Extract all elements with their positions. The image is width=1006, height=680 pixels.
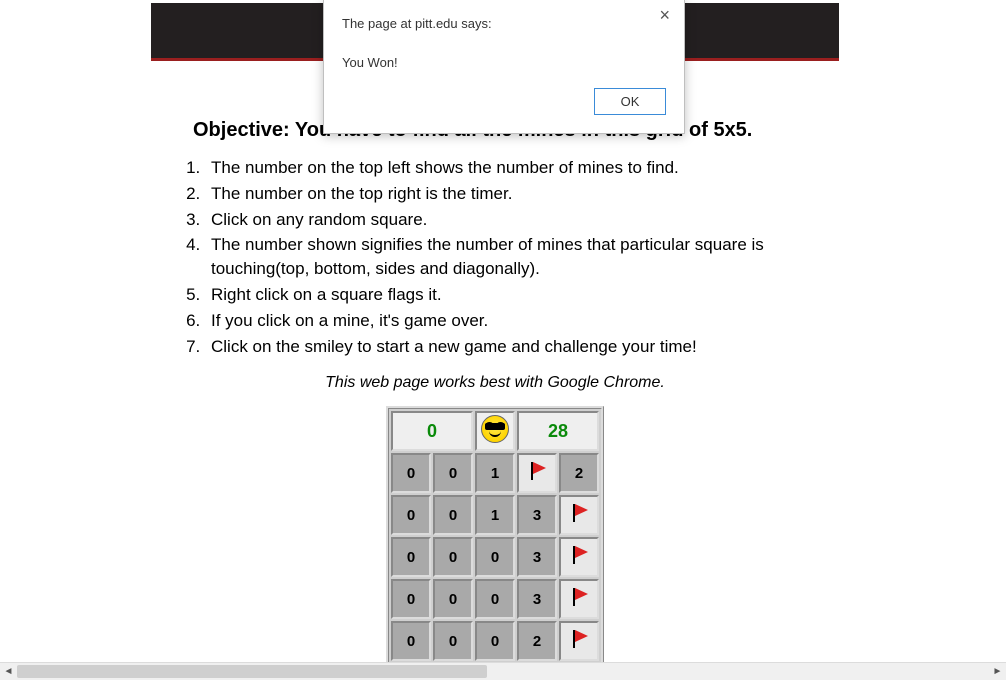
dialog-origin-text: The page at pitt.edu says: — [342, 16, 666, 31]
instruction-item: Click on the smiley to start a new game … — [205, 335, 845, 359]
cell-flag[interactable] — [559, 495, 599, 535]
board-row: 0013 — [391, 495, 599, 535]
cell-number[interactable]: 2 — [517, 621, 557, 661]
cell-number[interactable]: 0 — [391, 579, 431, 619]
flag-icon — [569, 586, 589, 608]
instruction-item: The number shown signifies the number of… — [205, 233, 845, 281]
cell-flag[interactable] — [559, 537, 599, 577]
board-row: 0012 — [391, 453, 599, 493]
cell-number[interactable]: 0 — [475, 537, 515, 577]
cell-number[interactable]: 0 — [475, 579, 515, 619]
cell-number[interactable]: 0 — [391, 621, 431, 661]
smiley-button[interactable] — [475, 411, 515, 451]
cell-flag[interactable] — [559, 621, 599, 661]
instruction-item: Click on any random square. — [205, 208, 845, 232]
cell-number[interactable]: 0 — [433, 579, 473, 619]
cell-number[interactable]: 0 — [433, 621, 473, 661]
cell-number[interactable]: 1 — [475, 453, 515, 493]
close-button[interactable]: × — [653, 4, 676, 26]
cell-number[interactable]: 3 — [517, 537, 557, 577]
flag-icon — [569, 502, 589, 524]
timer-counter: 28 — [517, 411, 599, 451]
smiley-cool-icon — [481, 415, 509, 443]
board-row: 0003 — [391, 537, 599, 577]
main-content: Objective: You have to find all the mine… — [145, 61, 845, 663]
flag-icon — [569, 544, 589, 566]
board-row: 0003 — [391, 579, 599, 619]
cell-number[interactable]: 0 — [433, 537, 473, 577]
scroll-left-arrow-icon[interactable]: ◄ — [0, 663, 17, 680]
board-row: 0002 — [391, 621, 599, 661]
horizontal-scrollbar[interactable]: ◄ ► — [0, 662, 1006, 680]
cell-number[interactable]: 0 — [391, 453, 431, 493]
minesweeper-board: 0 28 00120013000300030002 — [386, 406, 604, 663]
dialog-message: You Won! — [342, 55, 666, 70]
alert-dialog: × The page at pitt.edu says: You Won! OK — [323, 0, 685, 134]
scroll-thumb[interactable] — [17, 665, 487, 678]
cell-number[interactable]: 1 — [475, 495, 515, 535]
ok-button[interactable]: OK — [594, 88, 666, 115]
cell-number[interactable]: 0 — [433, 495, 473, 535]
instruction-item: The number on the top right is the timer… — [205, 182, 845, 206]
cell-flag[interactable] — [517, 453, 557, 493]
scroll-right-arrow-icon[interactable]: ► — [989, 663, 1006, 680]
instruction-item: Right click on a square flags it. — [205, 283, 845, 307]
scroll-track[interactable] — [17, 663, 989, 680]
cell-number[interactable]: 3 — [517, 495, 557, 535]
cell-number[interactable]: 0 — [433, 453, 473, 493]
instructions-list: The number on the top left shows the num… — [179, 156, 845, 358]
instruction-item: If you click on a mine, it's game over. — [205, 309, 845, 333]
board-header-row: 0 28 — [391, 411, 599, 451]
cell-number[interactable]: 0 — [475, 621, 515, 661]
flag-icon — [527, 460, 547, 482]
cell-flag[interactable] — [559, 579, 599, 619]
cell-number[interactable]: 0 — [391, 495, 431, 535]
cell-number[interactable]: 0 — [391, 537, 431, 577]
flag-icon — [569, 628, 589, 650]
browser-note: This web page works best with Google Chr… — [145, 374, 845, 392]
cell-number[interactable]: 3 — [517, 579, 557, 619]
mines-counter: 0 — [391, 411, 473, 451]
cell-number[interactable]: 2 — [559, 453, 599, 493]
instruction-item: The number on the top left shows the num… — [205, 156, 845, 180]
